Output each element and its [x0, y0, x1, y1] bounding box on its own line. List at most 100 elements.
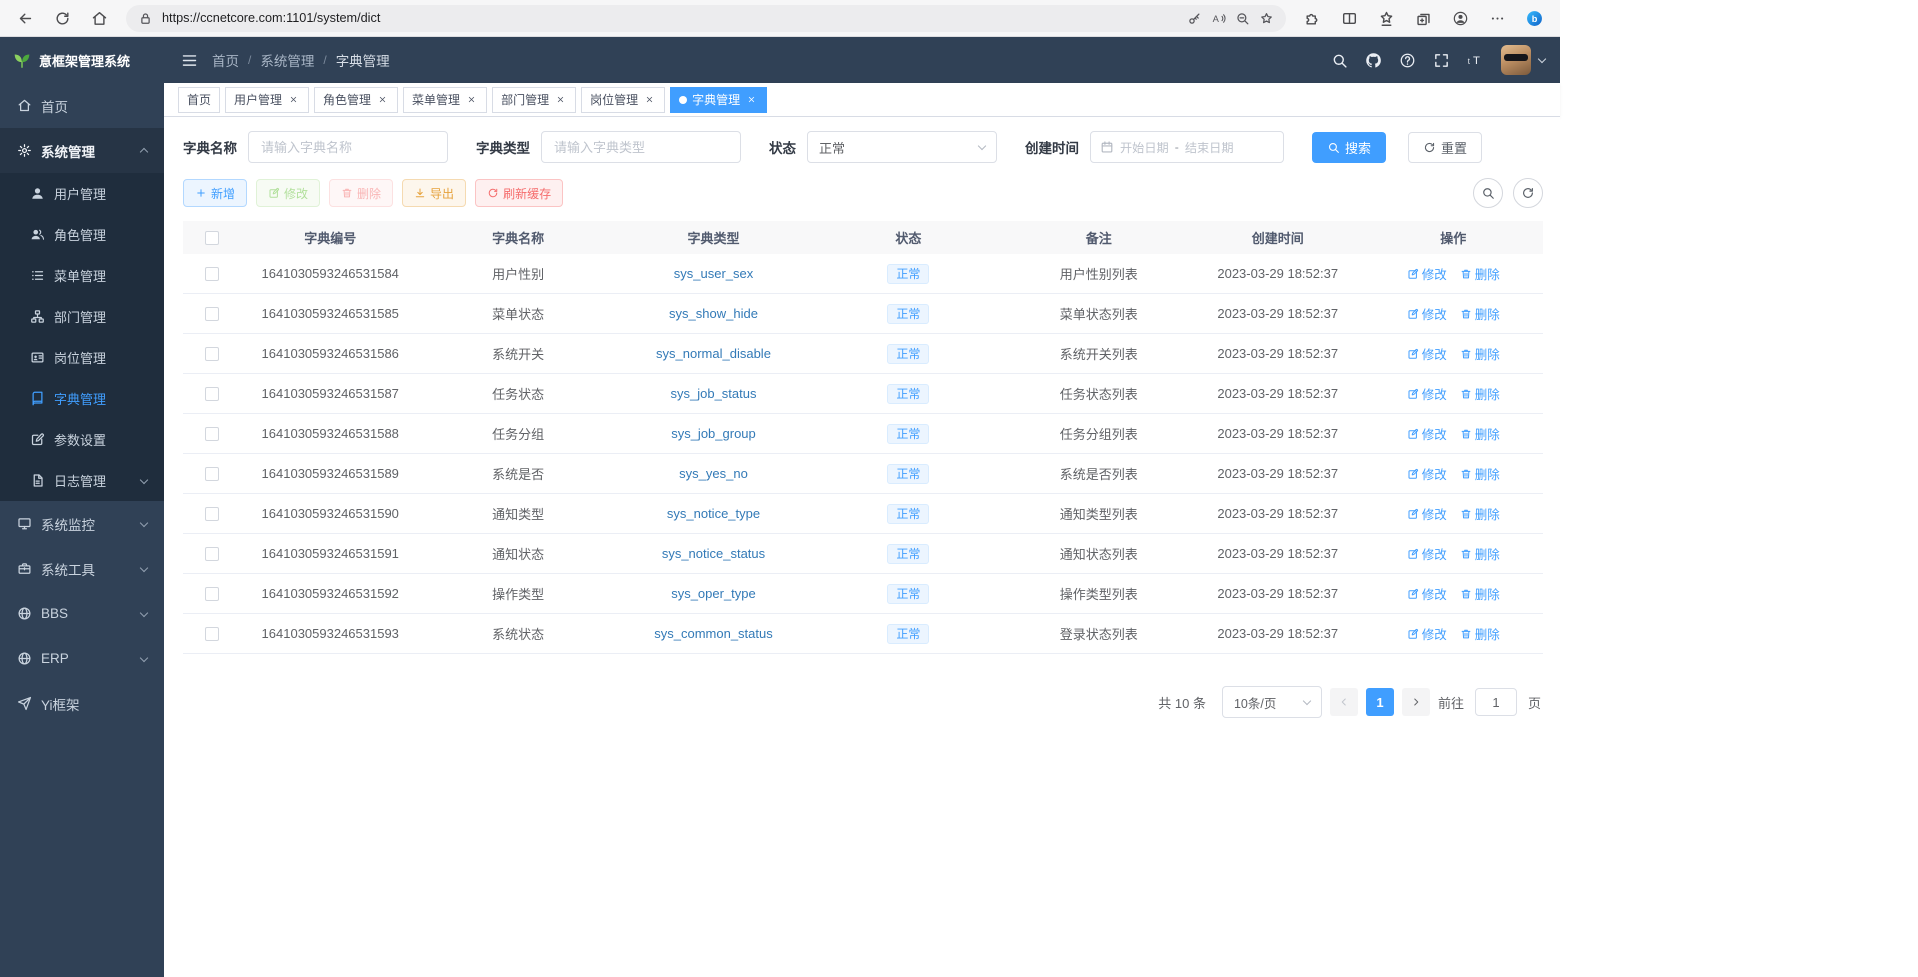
sidebar-item-system-tools[interactable]: 系统工具: [0, 546, 164, 591]
row-edit-button[interactable]: 修改: [1407, 264, 1447, 283]
row-edit-button[interactable]: 修改: [1407, 384, 1447, 403]
help-icon[interactable]: [1399, 52, 1416, 69]
close-icon[interactable]: [643, 93, 656, 106]
refresh-icon[interactable]: [46, 4, 79, 33]
status-select[interactable]: 正常: [807, 131, 997, 163]
page-1-button[interactable]: 1: [1366, 688, 1394, 716]
close-icon[interactable]: [287, 93, 300, 106]
row-checkbox[interactable]: [205, 467, 219, 481]
address-bar[interactable]: https://ccnetcore.com:1101/system/dict A: [126, 5, 1286, 32]
row-delete-button[interactable]: 删除: [1460, 304, 1500, 323]
sidebar-item-role-management[interactable]: 角色管理: [0, 214, 164, 255]
row-edit-button[interactable]: 修改: [1407, 424, 1447, 443]
avatar-caret-icon[interactable]: [1538, 55, 1546, 63]
prev-page-button[interactable]: [1330, 688, 1358, 716]
back-icon[interactable]: [9, 4, 42, 33]
extensions-icon[interactable]: [1296, 4, 1329, 33]
split-screen-icon[interactable]: [1333, 4, 1366, 33]
dict-type-link[interactable]: sys_normal_disable: [656, 346, 771, 361]
dict-type-link[interactable]: sys_user_sex: [674, 266, 753, 281]
row-edit-button[interactable]: 修改: [1407, 344, 1447, 363]
sidebar-item-user-management[interactable]: 用户管理: [0, 173, 164, 214]
sidebar-item-home[interactable]: 首页: [0, 83, 164, 128]
dict-type-link[interactable]: sys_common_status: [654, 626, 773, 641]
row-checkbox[interactable]: [205, 347, 219, 361]
close-icon[interactable]: [465, 93, 478, 106]
reset-button[interactable]: 重置: [1408, 132, 1482, 163]
start-date-placeholder[interactable]: 开始日期: [1120, 138, 1169, 156]
header-search-icon[interactable]: [1331, 52, 1348, 69]
dict-type-link[interactable]: sys_job_group: [671, 426, 756, 441]
favorites-icon[interactable]: [1370, 4, 1403, 33]
row-delete-button[interactable]: 删除: [1460, 344, 1500, 363]
refresh-table-button[interactable]: [1513, 178, 1543, 208]
sidebar-item-bbs[interactable]: BBS: [0, 591, 164, 636]
row-edit-button[interactable]: 修改: [1407, 624, 1447, 643]
zoom-out-icon[interactable]: [1235, 11, 1250, 26]
more-menu-icon[interactable]: [1481, 4, 1514, 33]
hamburger-icon[interactable]: [181, 52, 198, 69]
tab-home[interactable]: 首页: [178, 87, 220, 113]
row-delete-button[interactable]: 删除: [1460, 544, 1500, 563]
lock-icon[interactable]: [138, 11, 153, 26]
search-button[interactable]: 搜索: [1312, 132, 1386, 163]
delete-button[interactable]: 删除: [329, 179, 393, 207]
tab-menu-management[interactable]: 菜单管理: [403, 87, 487, 113]
sidebar-item-dict-management[interactable]: 字典管理: [0, 378, 164, 419]
row-delete-button[interactable]: 删除: [1460, 464, 1500, 483]
sidebar-item-system-monitor[interactable]: 系统监控: [0, 501, 164, 546]
row-checkbox[interactable]: [205, 387, 219, 401]
edit-button[interactable]: 修改: [256, 179, 320, 207]
dict-type-link[interactable]: sys_oper_type: [671, 586, 756, 601]
tab-user-management[interactable]: 用户管理: [225, 87, 309, 113]
row-checkbox[interactable]: [205, 507, 219, 521]
font-size-icon[interactable]: tT: [1467, 52, 1484, 69]
row-checkbox[interactable]: [205, 627, 219, 641]
breadcrumb-system[interactable]: 系统管理: [260, 50, 314, 70]
user-avatar[interactable]: [1501, 45, 1531, 75]
dict-type-link[interactable]: sys_job_status: [670, 386, 756, 401]
row-edit-button[interactable]: 修改: [1407, 464, 1447, 483]
sidebar-item-system-management[interactable]: 系统管理: [0, 128, 164, 173]
end-date-placeholder[interactable]: 结束日期: [1185, 138, 1234, 156]
select-all-checkbox[interactable]: [205, 231, 219, 245]
fullscreen-icon[interactable]: [1433, 52, 1450, 69]
dict-type-link[interactable]: sys_show_hide: [669, 306, 758, 321]
password-key-icon[interactable]: [1187, 11, 1202, 26]
browser-profile-icon[interactable]: [1444, 4, 1477, 33]
row-delete-button[interactable]: 删除: [1460, 384, 1500, 403]
row-checkbox[interactable]: [205, 267, 219, 281]
breadcrumb-home[interactable]: 首页: [212, 50, 239, 70]
tab-role-management[interactable]: 角色管理: [314, 87, 398, 113]
collections-icon[interactable]: [1407, 4, 1440, 33]
row-edit-button[interactable]: 修改: [1407, 584, 1447, 603]
sidebar-item-yi-framework[interactable]: Yi框架: [0, 681, 164, 726]
sidebar-item-post-management[interactable]: 岗位管理: [0, 337, 164, 378]
refresh-cache-button[interactable]: 刷新缓存: [475, 179, 563, 207]
add-button[interactable]: 新增: [183, 179, 247, 207]
close-icon[interactable]: [554, 93, 567, 106]
app-logo[interactable]: 意框架管理系统: [0, 37, 164, 83]
row-delete-button[interactable]: 删除: [1460, 264, 1500, 283]
sidebar-item-log-management[interactable]: 日志管理: [0, 460, 164, 501]
row-edit-button[interactable]: 修改: [1407, 544, 1447, 563]
dict-type-input[interactable]: [541, 131, 741, 163]
date-range-picker[interactable]: 开始日期 - 结束日期: [1090, 131, 1284, 163]
dict-type-link[interactable]: sys_notice_type: [667, 506, 760, 521]
row-checkbox[interactable]: [205, 547, 219, 561]
dict-name-input[interactable]: [248, 131, 448, 163]
close-icon[interactable]: [745, 93, 758, 106]
sidebar-item-param-settings[interactable]: 参数设置: [0, 419, 164, 460]
sidebar-item-dept-management[interactable]: 部门管理: [0, 296, 164, 337]
url-text[interactable]: https://ccnetcore.com:1101/system/dict: [162, 11, 1178, 25]
tab-dept-management[interactable]: 部门管理: [492, 87, 576, 113]
goto-page-input[interactable]: [1475, 688, 1517, 716]
close-icon[interactable]: [376, 93, 389, 106]
tab-post-management[interactable]: 岗位管理: [581, 87, 665, 113]
next-page-button[interactable]: [1402, 688, 1430, 716]
row-checkbox[interactable]: [205, 307, 219, 321]
sidebar-item-erp[interactable]: ERP: [0, 636, 164, 681]
row-delete-button[interactable]: 删除: [1460, 584, 1500, 603]
row-checkbox[interactable]: [205, 587, 219, 601]
row-edit-button[interactable]: 修改: [1407, 304, 1447, 323]
